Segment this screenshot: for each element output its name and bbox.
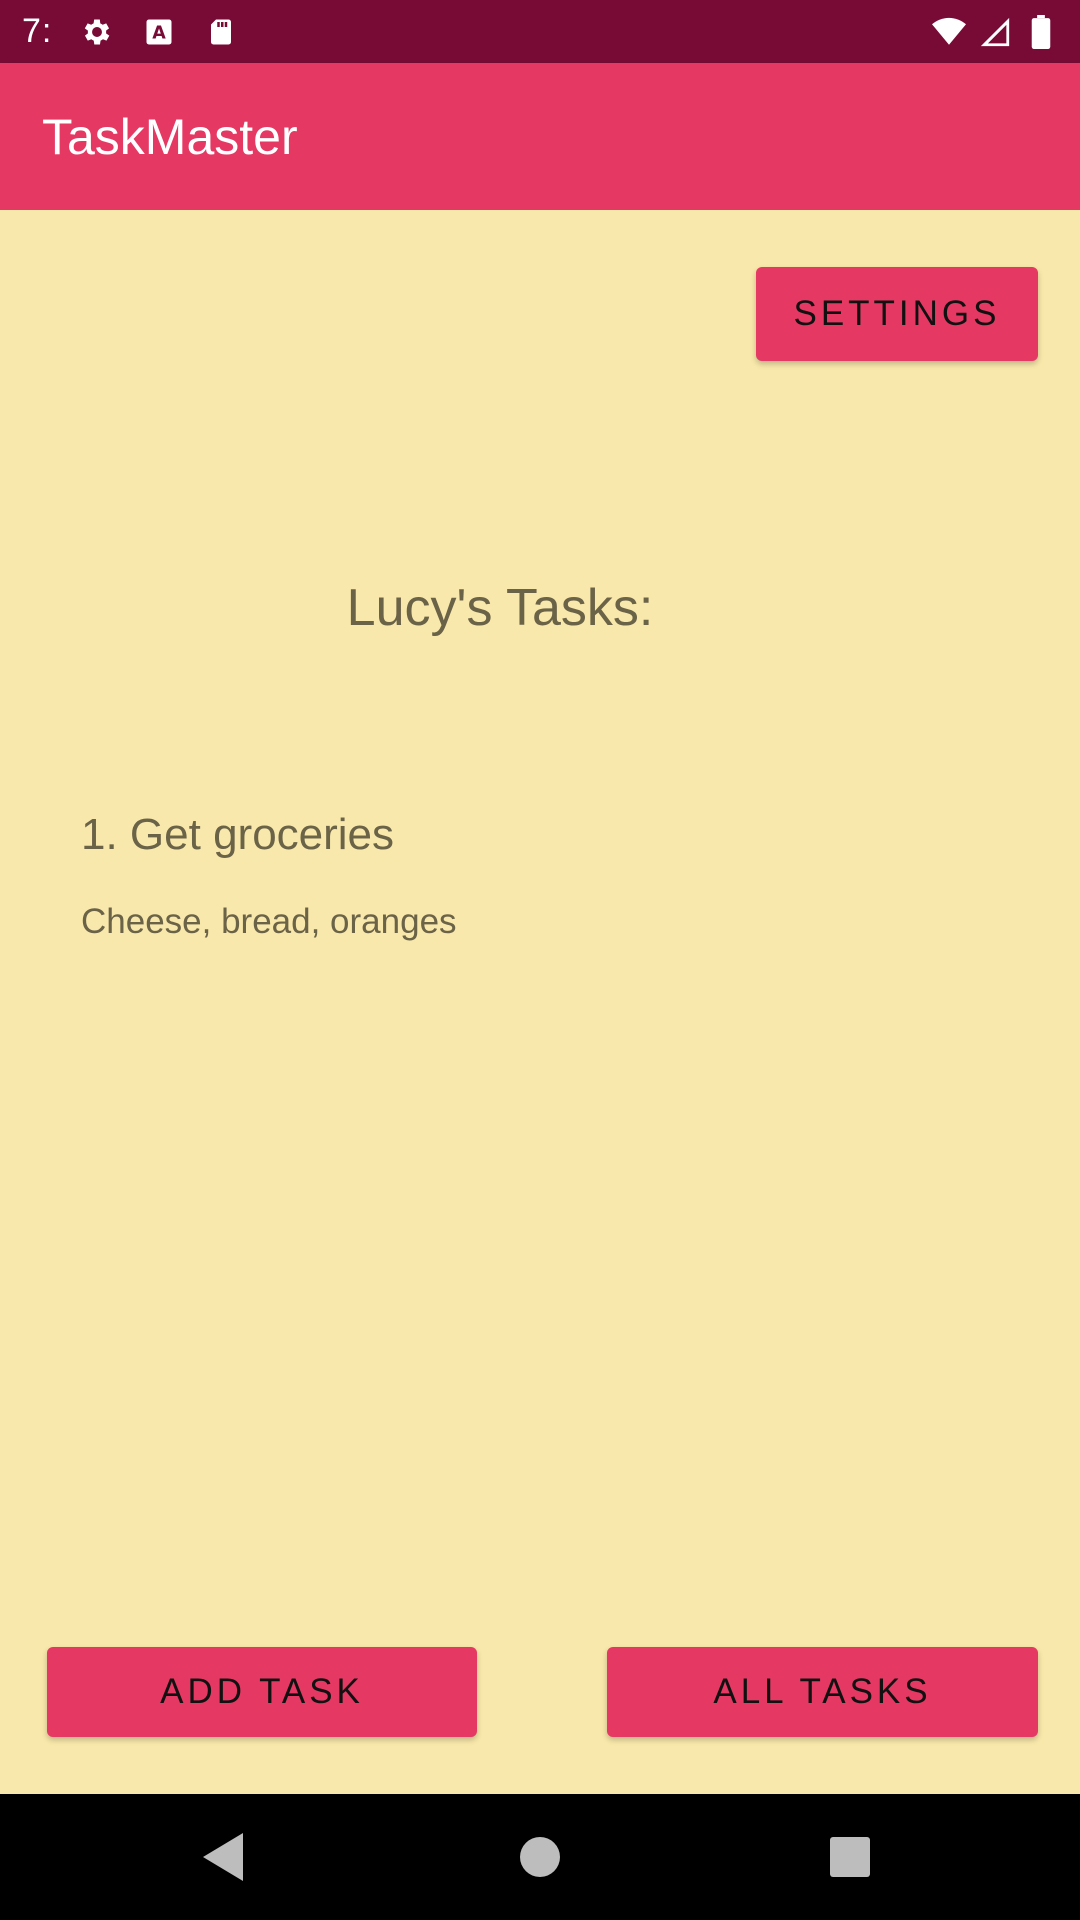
navigation-bar <box>0 1794 1080 1920</box>
page-heading: Lucy's Tasks: <box>346 579 654 637</box>
gear-icon <box>80 15 114 49</box>
add-task-button[interactable]: ADD TASK <box>47 1647 477 1737</box>
wifi-icon <box>932 15 966 49</box>
recents-icon[interactable] <box>810 1817 890 1897</box>
app-title: TaskMaster <box>42 108 298 165</box>
svg-text:A: A <box>153 23 167 43</box>
settings-button[interactable]: SETTINGS <box>756 267 1038 361</box>
status-time: 7: <box>22 12 53 50</box>
status-bar: 7: A <box>0 0 1080 63</box>
battery-icon <box>1024 14 1058 49</box>
all-tasks-button[interactable]: ALL TASKS <box>607 1647 1038 1737</box>
task-description: Cheese, bread, oranges <box>81 902 457 941</box>
signal-icon <box>978 15 1012 49</box>
sd-card-icon <box>204 15 238 49</box>
back-icon[interactable] <box>185 1817 265 1897</box>
task-title[interactable]: 1. Get groceries <box>81 810 394 860</box>
app-bar: TaskMaster <box>0 63 1080 210</box>
home-icon[interactable] <box>500 1817 580 1897</box>
main-content: SETTINGS Lucy's Tasks: 1. Get groceries … <box>0 210 1080 1794</box>
keyboard-a-icon: A <box>142 15 176 49</box>
